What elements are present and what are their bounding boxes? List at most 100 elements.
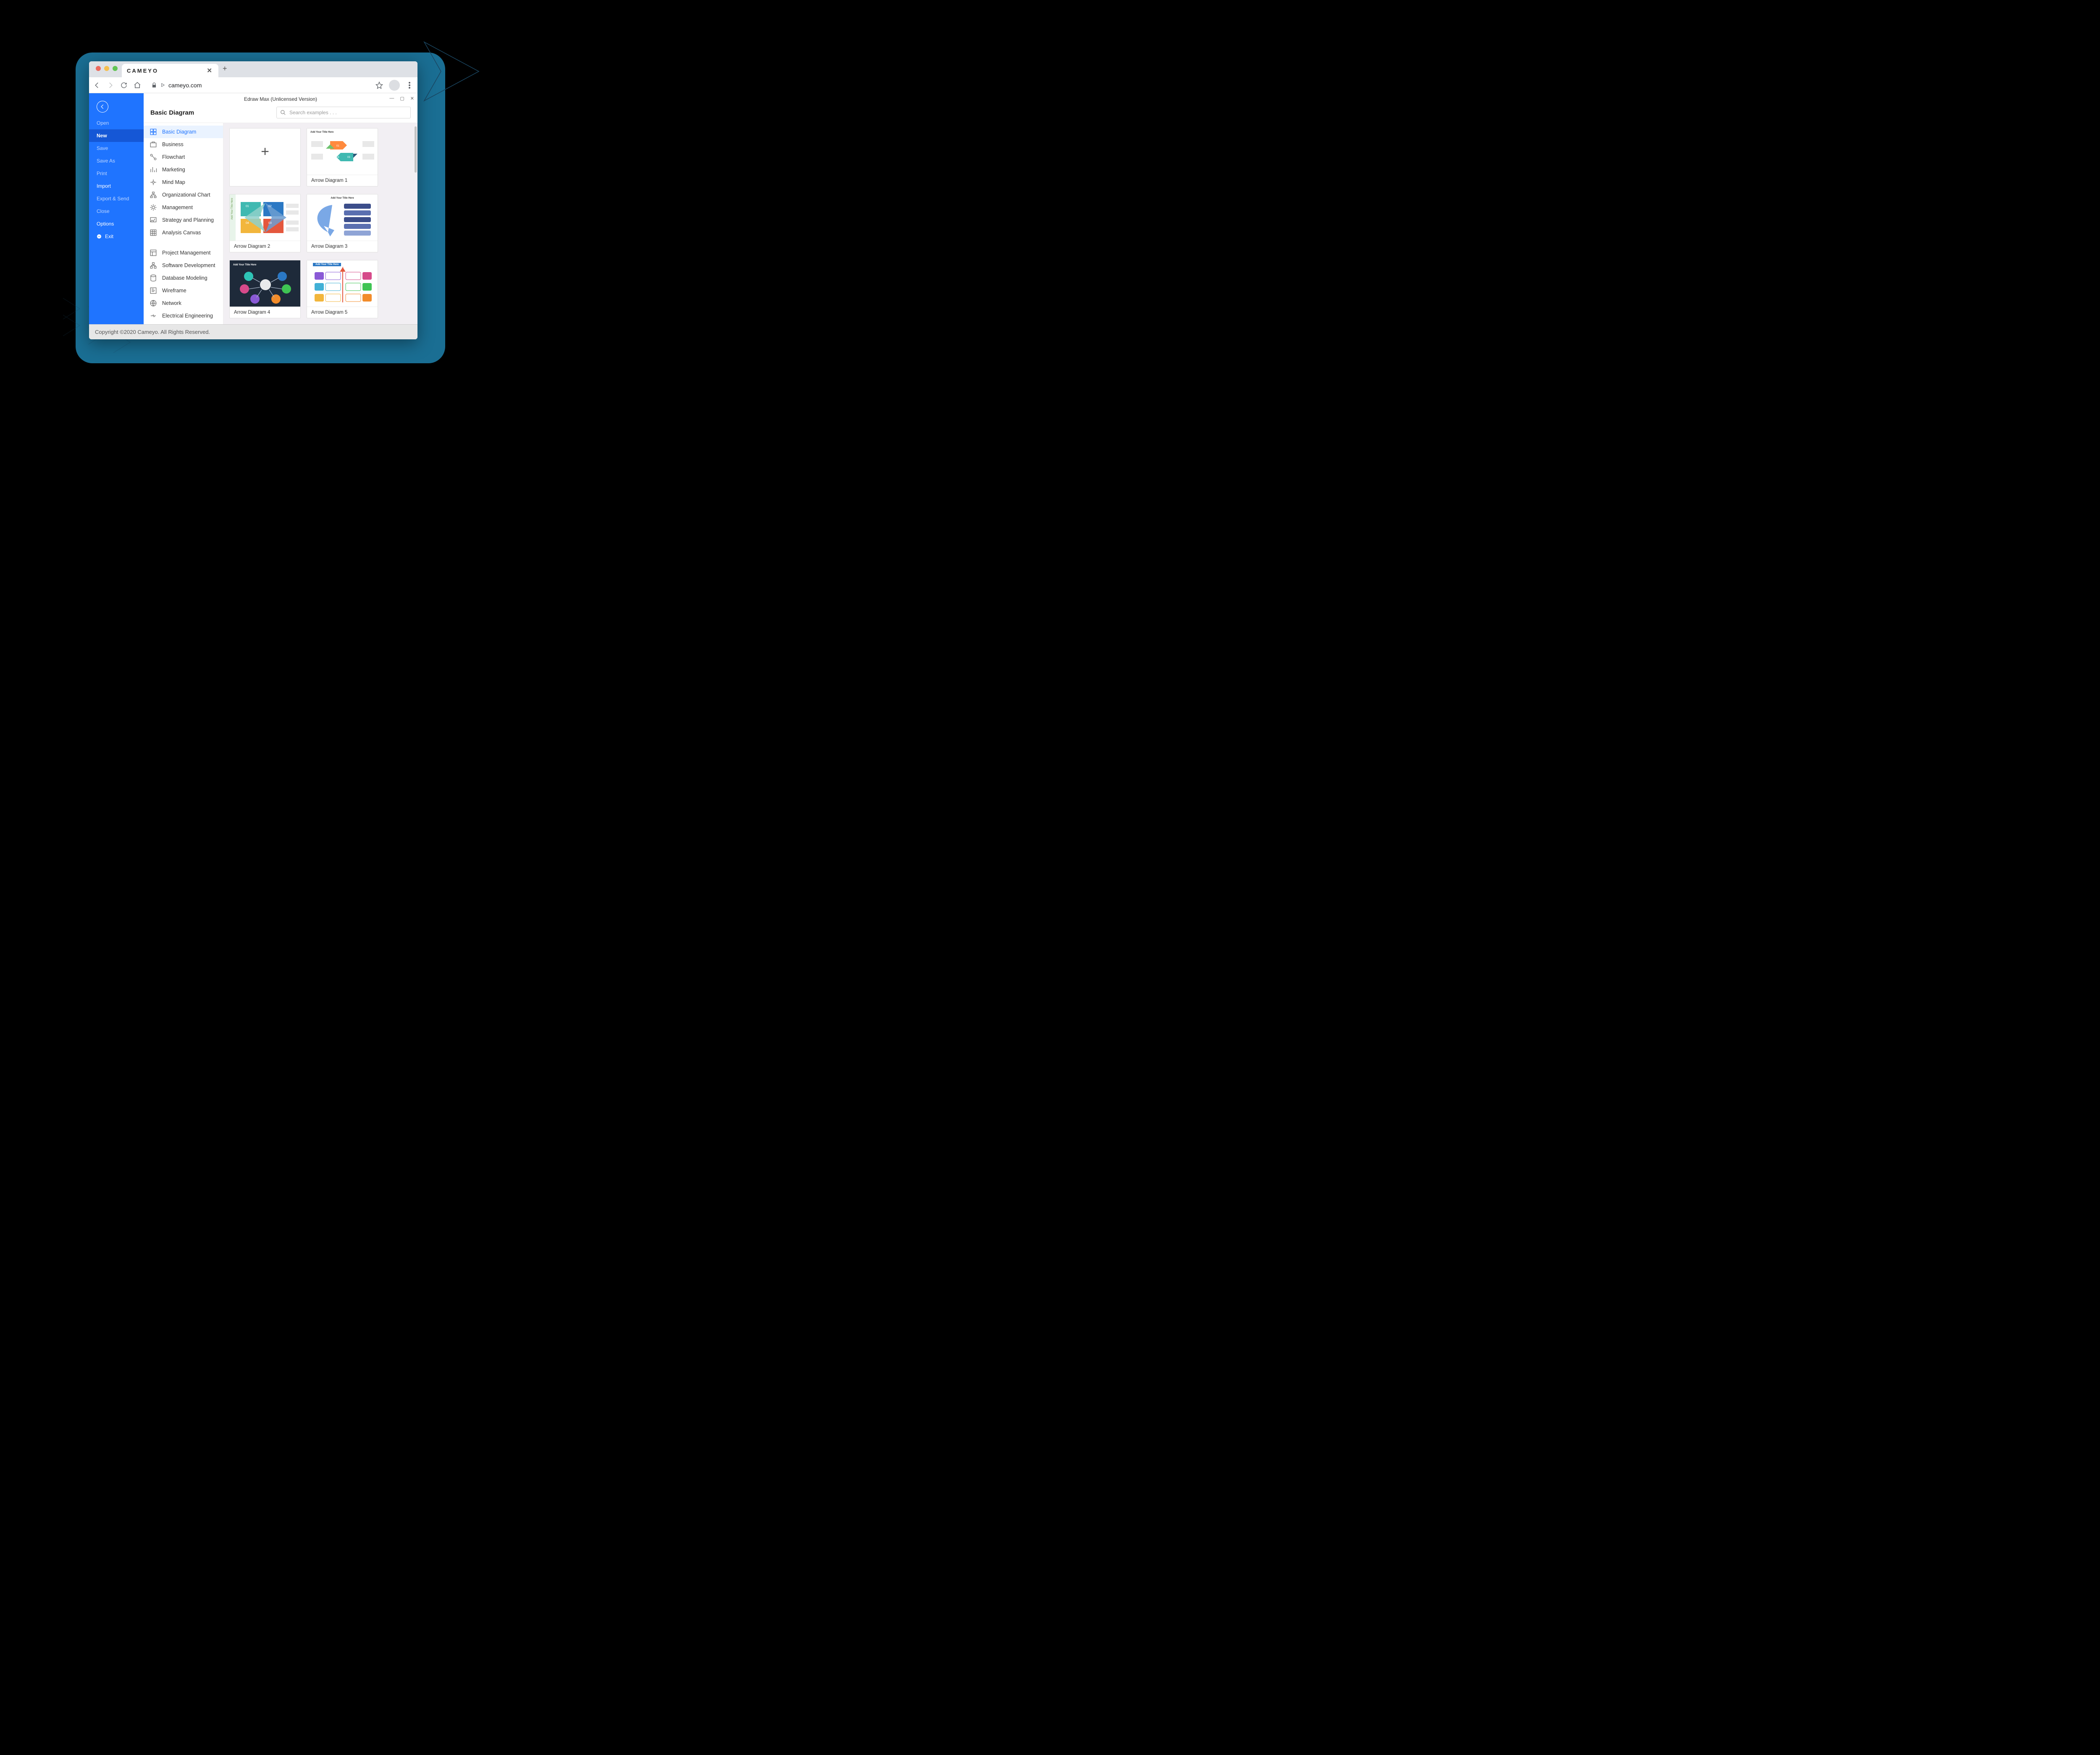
win-close-icon[interactable]: ✕ (410, 96, 414, 101)
sidebar-item-export-send[interactable]: Export & Send (89, 192, 144, 205)
page-title: Basic Diagram (150, 109, 194, 116)
category-item-analysis-canvas[interactable]: Analysis Canvas (144, 226, 223, 239)
category-item-marketing[interactable]: Marketing (144, 163, 223, 176)
template-label: Arrow Diagram 3 (307, 241, 378, 252)
browser-tab-strip: CAMEYO ✕ + (89, 61, 417, 77)
sidebar-item-options[interactable]: Options (89, 218, 144, 230)
template-thumbnail: Add Your Title Here (230, 260, 300, 307)
category-item-mind-map[interactable]: Mind Map (144, 176, 223, 189)
svg-text:03: 03 (347, 156, 350, 159)
minimize-window-icon[interactable] (104, 66, 109, 71)
back-icon[interactable] (93, 81, 101, 89)
category-label: Project Management (162, 250, 210, 256)
category-item-business[interactable]: Business (144, 138, 223, 151)
sidebar-item-print[interactable]: Print (89, 167, 144, 180)
sidebar-item-label: Open (97, 120, 109, 126)
sidebar-item-exit[interactable]: Exit (89, 230, 144, 243)
search-input[interactable]: Search examples . . . (276, 107, 411, 118)
sidebar-item-import[interactable]: Import (89, 180, 144, 192)
category-icon (150, 274, 157, 282)
template-card[interactable]: Add Your Title Here Arrow Diagram 3 (307, 194, 378, 252)
svg-text:Add Your Title Here: Add Your Title Here (233, 264, 257, 266)
sidebar-item-label: Save As (97, 158, 115, 164)
win-minimize-icon[interactable]: — (389, 96, 394, 101)
scrollbar-thumb[interactable] (415, 126, 417, 173)
category-item-basic-diagram[interactable]: Basic Diagram (144, 126, 223, 138)
sidebar-item-label: Import (97, 183, 111, 189)
category-item-flowchart[interactable]: Flowchart (144, 151, 223, 163)
maximize-window-icon[interactable] (113, 66, 118, 71)
sidebar-item-label: Close (97, 208, 110, 214)
template-card[interactable]: Add Your Title Here 0102 0403 Arrow Diag… (229, 194, 301, 252)
category-item-wireframe[interactable]: Wireframe (144, 284, 223, 297)
sidebar-item-save[interactable]: Save (89, 142, 144, 155)
category-item-management[interactable]: Management (144, 201, 223, 214)
svg-text:04: 04 (246, 222, 249, 225)
profile-avatar[interactable] (389, 80, 400, 91)
category-icon (150, 204, 157, 211)
category-item-network[interactable]: Network (144, 297, 223, 310)
svg-text:02: 02 (268, 205, 272, 208)
svg-text:Add Your Title Here: Add Your Title Here (231, 198, 234, 220)
template-grid[interactable]: +Add Your Title Here 0102 0304 Arrow Dia… (223, 123, 417, 324)
template-card[interactable]: Add Your Title Here 0102 0304 Arrow Diag… (307, 128, 378, 186)
sidebar-item-label: New (97, 133, 107, 139)
app-titlebar: Edraw Max (Unlicensed Version) — ▢ ✕ (144, 93, 417, 105)
new-tab-button[interactable]: + (218, 64, 231, 75)
close-window-icon[interactable] (96, 66, 101, 71)
sidebar-item-save-as[interactable]: Save As (89, 155, 144, 167)
window-title: Edraw Max (Unlicensed Version) (244, 96, 317, 102)
page-footer: Copyright ©2020 Cameyo. All Rights Reser… (89, 324, 417, 339)
category-label: Management (162, 205, 193, 210)
address-text: cameyo.com (168, 82, 202, 89)
sidebar-item-new[interactable]: New (89, 129, 144, 142)
search-icon (280, 110, 286, 115)
template-thumbnail: Add Your Title Here (307, 260, 378, 307)
home-icon[interactable] (134, 81, 141, 89)
category-item-organizational-chart[interactable]: Organizational Chart (144, 189, 223, 201)
category-item-electrical-engineering[interactable]: Electrical Engineering (144, 310, 223, 322)
category-icon (150, 249, 157, 257)
category-list[interactable]: Basic DiagramBusinessFlowchartMarketingM… (144, 123, 223, 324)
category-label: Organizational Chart (162, 192, 210, 198)
template-card[interactable]: + (229, 128, 301, 186)
forward-icon[interactable] (107, 81, 114, 89)
close-tab-icon[interactable]: ✕ (207, 67, 213, 74)
template-label: Arrow Diagram 1 (307, 175, 378, 186)
kebab-menu-icon[interactable] (406, 81, 413, 89)
category-icon (150, 178, 157, 186)
category-item-industrial-engineering[interactable]: Industrial Engineering (144, 322, 223, 324)
category-icon (150, 153, 157, 161)
svg-text:01: 01 (246, 205, 249, 208)
app-main: Edraw Max (Unlicensed Version) — ▢ ✕ Bas… (144, 93, 417, 324)
svg-text:03: 03 (268, 222, 272, 225)
category-label: Analysis Canvas (162, 230, 201, 236)
category-item-software-development[interactable]: Software Development (144, 259, 223, 272)
browser-toolbar: cameyo.com (89, 77, 417, 93)
app-viewport: Open New Save Save As Print Import Export & Se… (89, 93, 417, 324)
lock-icon (151, 82, 157, 88)
address-bar[interactable]: cameyo.com (147, 82, 370, 89)
category-icon (150, 216, 157, 224)
star-icon[interactable] (375, 81, 383, 89)
category-icon (150, 312, 157, 320)
window-traffic-lights (93, 66, 122, 73)
sidebar-item-open[interactable]: Open (89, 117, 144, 129)
win-restore-icon[interactable]: ▢ (400, 96, 404, 101)
category-item-project-management[interactable]: Project Management (144, 247, 223, 259)
exit-icon (97, 234, 102, 239)
template-card[interactable]: Add Your Title Here Arrow Diagram 5 (307, 260, 378, 318)
reload-icon[interactable] (120, 81, 128, 89)
category-label: Strategy and Planning (162, 217, 214, 223)
template-card[interactable]: Add Your Title Here Arrow Diagram 4 (229, 260, 301, 318)
back-button[interactable] (97, 101, 108, 113)
category-icon (150, 262, 157, 269)
template-thumbnail: Add Your Title Here 0102 0304 (307, 129, 378, 175)
category-icon (150, 128, 157, 136)
browser-tab-active[interactable]: CAMEYO ✕ (122, 64, 218, 77)
sidebar-item-close[interactable]: Close (89, 205, 144, 218)
sidebar-item-label: Export & Send (97, 196, 129, 202)
category-item-database-modeling[interactable]: Database Modeling (144, 272, 223, 284)
svg-text:02: 02 (347, 145, 350, 147)
category-item-strategy-and-planning[interactable]: Strategy and Planning (144, 214, 223, 226)
